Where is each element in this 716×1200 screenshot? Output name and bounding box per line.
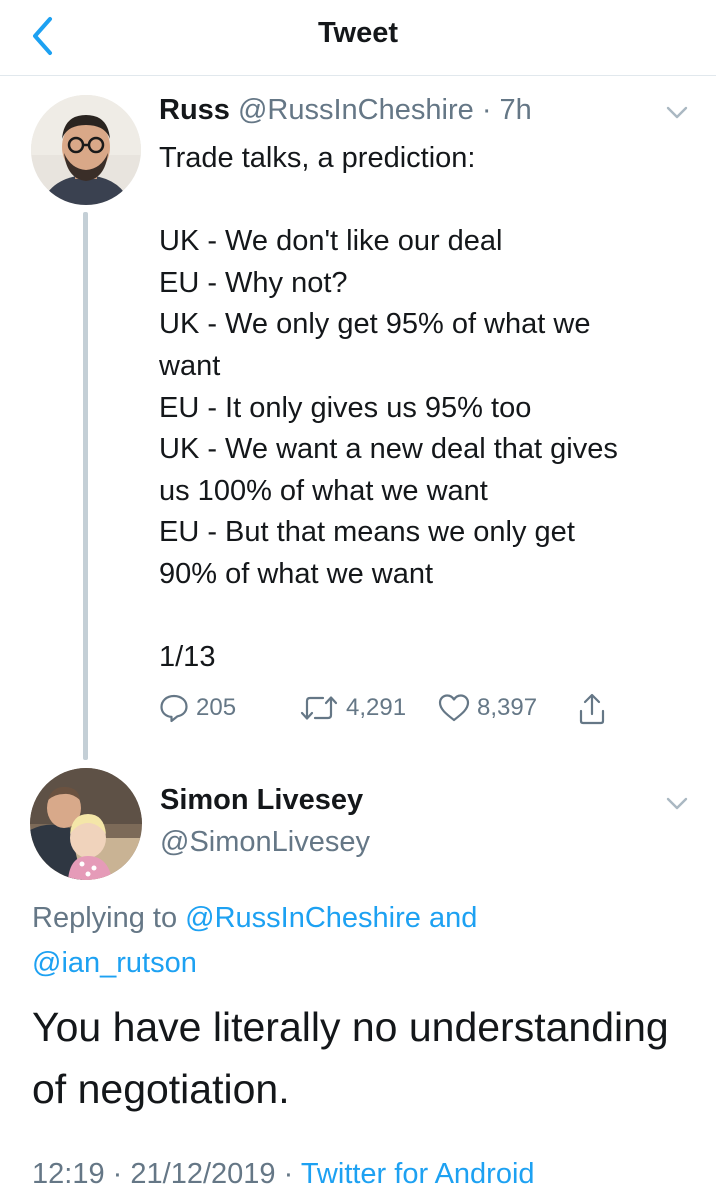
mention-link[interactable]: @ian_rutson [32,947,197,979]
reply-text: You have literally no understanding of n… [32,1004,669,1112]
like-count: 8,397 [477,694,538,721]
tweet-age[interactable]: 7h [500,94,532,126]
avatar[interactable] [31,95,141,205]
tweet-line: Trade talks, a prediction: [159,142,476,174]
reply-menu-button[interactable] [665,793,689,813]
client-link[interactable]: Twitter for Android [301,1158,535,1190]
avatar[interactable] [30,768,142,880]
tweet-menu-button[interactable] [665,102,689,122]
tweet-author-line: Russ @RussInCheshire · 7h [159,94,532,127]
author-name[interactable]: Russ [159,94,230,126]
tweet-date: 21/12/2019 [130,1158,276,1190]
retweet-button[interactable]: 4,291 [298,692,406,724]
reply-icon [160,694,188,723]
reply-count: 205 [196,694,237,721]
retweet-icon [300,696,338,720]
thread-connector-line [83,212,88,760]
retweet-count: 4,291 [346,694,407,721]
reply-author-name[interactable]: Simon Livesey [160,784,363,817]
reply-button[interactable]: 205 [158,692,236,724]
tweet-line: 90% of what we want [159,557,434,590]
tweet-line: us 100% of what we want [159,474,488,507]
thread-counter: 1/13 [159,641,216,674]
separator-dot: · [112,1158,123,1190]
tweet-line: EU - But that means we only get [159,516,575,549]
tweet-text: Trade talks, a prediction: UK - We don't… [159,138,699,679]
tweet-line: UK - We only get 95% of what we [159,308,591,341]
like-button[interactable]: 8,397 [437,692,537,724]
tweet-action-bar: 205 4,291 8,397 [0,692,716,732]
app-header: Tweet [0,0,716,76]
share-button[interactable] [577,692,607,726]
author-handle[interactable]: @RussInCheshire [238,94,474,126]
tweet-line: EU - Why not? [159,266,348,299]
tweet-line: EU - It only gives us 95% too [159,391,532,424]
chevron-down-icon [666,106,688,119]
replying-to-line: Replying to @RussInCheshire and @ian_rut… [32,896,692,986]
separator-dot: · [283,1158,294,1190]
tweet-metadata: 12:19 · 21/12/2019 · Twitter for Android [32,1158,535,1191]
chevron-down-icon [666,797,688,810]
replying-and-text[interactable]: and [429,902,477,934]
tweet-line: UK - We don't like our deal [159,225,503,258]
separator-dot: · [481,94,492,126]
tweet-line: UK - We want a new deal that gives [159,433,618,466]
share-icon [579,693,605,725]
mention-link[interactable]: @RussInCheshire [185,902,421,934]
heart-icon [438,694,470,722]
page-title: Tweet [317,17,399,49]
reply-author-handle[interactable]: @SimonLivesey [160,826,370,859]
tweet-line: want [159,349,221,382]
replying-to-label: Replying to [32,902,178,934]
tweet-time: 12:19 [32,1158,105,1190]
